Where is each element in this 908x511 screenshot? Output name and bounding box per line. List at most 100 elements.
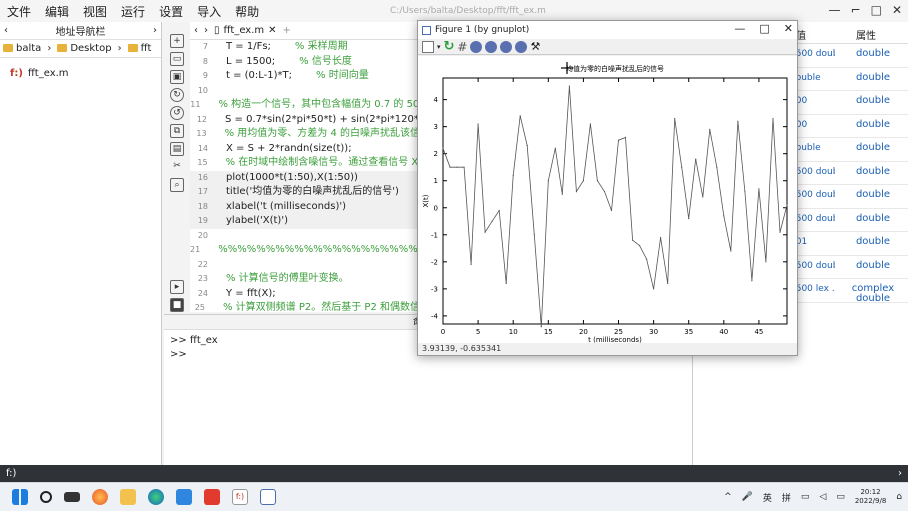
input-method[interactable]: 拼: [782, 491, 791, 504]
file-list-item[interactable]: f:) fft_ex.m: [10, 68, 161, 79]
menu-file[interactable]: 文件: [0, 3, 38, 20]
code-comment: % 构造一个信号，其中包含幅值为 0.7 的 50 H: [218, 99, 430, 110]
grid-icon[interactable]: #: [457, 40, 467, 54]
new-file-icon[interactable]: +: [170, 34, 184, 48]
file-explorer-icon[interactable]: [120, 489, 136, 505]
line-number: 11: [190, 100, 201, 109]
menu-settings[interactable]: 设置: [152, 3, 190, 20]
zoom-reset-icon[interactable]: [500, 40, 513, 53]
clock[interactable]: 20:12 2022/9/8: [855, 488, 886, 506]
edge-icon[interactable]: [148, 489, 164, 505]
tab-close-icon[interactable]: ✕: [268, 25, 276, 36]
gnuplot-icon[interactable]: [260, 489, 276, 505]
windows-start-icon[interactable]: [12, 489, 28, 505]
line-number: 8: [202, 56, 208, 66]
menu-edit[interactable]: 编辑: [38, 3, 76, 20]
new-tab-icon[interactable]: +: [283, 25, 291, 36]
autoscale-icon[interactable]: [515, 40, 528, 53]
code-line[interactable]: 10: [190, 84, 430, 99]
menu-help[interactable]: 帮助: [228, 3, 266, 20]
network-icon[interactable]: ▭: [801, 492, 810, 502]
photos-icon[interactable]: [176, 489, 192, 505]
menu-import[interactable]: 导入: [190, 3, 228, 20]
code-line[interactable]: 17 title('均值为零的白噪声扰乱后的信号'): [190, 185, 430, 200]
code-line[interactable]: 21%%%%%%%%%%%%%%%%%%%%%%%%: [190, 243, 446, 258]
code-text: S = 0.7*sin(2*pi*50*t) + sin(2*pi*120*t)…: [217, 113, 430, 128]
code-line[interactable]: 11 % 构造一个信号，其中包含幅值为 0.7 的 50 H: [190, 98, 430, 113]
code-statement: t = (0:L-1)*T;: [226, 70, 293, 81]
code-line[interactable]: 23 % 计算信号的傅里叶变换。: [190, 272, 430, 287]
maximize-button[interactable]: □: [871, 3, 882, 17]
menu-view[interactable]: 视图: [76, 3, 114, 20]
figure-maximize-button[interactable]: □: [759, 22, 769, 35]
code-editor[interactable]: ‹ › ▯ fft_ex.m ✕ + 7 T = 1/Fs; % 采样周期 8 L = …: [190, 22, 446, 313]
wps-icon[interactable]: [204, 489, 220, 505]
new-figure-icon[interactable]: [422, 40, 434, 53]
microphone-icon[interactable]: 🎤: [742, 492, 753, 502]
x-tick-label: 35: [684, 328, 693, 336]
zoom-out-icon[interactable]: [485, 40, 498, 53]
undo-icon[interactable]: ↺: [170, 106, 184, 120]
back-arrow-icon[interactable]: ‹: [4, 25, 8, 36]
tab-prev-icon[interactable]: ‹: [194, 25, 198, 36]
code-line[interactable]: 13 % 用均值为零、方差为 4 的白噪声扰乱该信号: [190, 127, 430, 142]
run-icon[interactable]: ▸: [170, 280, 184, 294]
code-line[interactable]: 18 xlabel('t (milliseconds)'): [190, 199, 430, 214]
volume-icon[interactable]: ◁: [819, 492, 826, 502]
variable-type: complex double: [851, 283, 895, 304]
zoom-in-icon[interactable]: [470, 40, 483, 53]
data-point: [561, 193, 563, 195]
data-point: [653, 288, 655, 290]
figure-close-button[interactable]: ✕: [784, 22, 793, 35]
refresh-icon[interactable]: ↻: [444, 39, 455, 54]
battery-icon[interactable]: ▭: [836, 492, 845, 502]
task-view-icon[interactable]: [64, 492, 80, 502]
input-language[interactable]: 英: [763, 491, 772, 504]
forward-arrow-icon[interactable]: ›: [153, 25, 157, 36]
octave-icon[interactable]: f:): [232, 489, 248, 505]
menu-run[interactable]: 运行: [114, 3, 152, 20]
code-line[interactable]: 16 plot(1000*t(1:50),X(1:50)): [190, 170, 430, 185]
breadcrumb-item[interactable]: fft: [127, 43, 151, 54]
close-button[interactable]: ✕: [892, 3, 902, 17]
redo-icon[interactable]: ↻: [170, 88, 184, 102]
tray-overflow-icon[interactable]: ^: [724, 492, 732, 502]
dropdown-arrow-icon[interactable]: ▾: [437, 43, 441, 51]
code-statement: Y = fft(X);: [226, 287, 276, 299]
save-icon[interactable]: ▣: [170, 70, 184, 84]
notification-icon[interactable]: ⌂: [896, 492, 902, 502]
restore-button[interactable]: ⌐: [851, 3, 861, 17]
breadcrumb-item[interactable]: balta: [3, 43, 41, 54]
minimize-button[interactable]: —: [829, 3, 841, 17]
cut-icon[interactable]: ✂: [170, 160, 184, 174]
system-tray: ^ 🎤 英 拼 ▭ ◁ ▭ 20:12 2022/9/8 ⌂: [724, 488, 902, 506]
x-tick-label: 45: [754, 328, 763, 336]
settings-wrench-icon[interactable]: ⚒: [530, 40, 540, 53]
editor-tab[interactable]: ▯ fft_ex.m ✕: [214, 25, 277, 36]
status-expand-icon[interactable]: ›: [898, 468, 902, 479]
firefox-icon[interactable]: [92, 489, 108, 505]
data-point: [470, 263, 472, 266]
code-line[interactable]: 19 ylabel('X(t)'): [190, 214, 430, 229]
open-folder-icon[interactable]: ▭: [170, 52, 184, 66]
copy-icon[interactable]: ⧉: [170, 124, 184, 138]
code-line[interactable]: 24 Y = fft(X);: [190, 287, 430, 302]
code-line[interactable]: 14 X = S + 2*randn(size(t));: [190, 142, 430, 157]
tab-next-icon[interactable]: ›: [204, 25, 208, 36]
search-icon[interactable]: [40, 491, 52, 503]
code-line[interactable]: 7 T = 1/Fs; % 采样周期: [190, 40, 430, 55]
code-line[interactable]: 20: [190, 229, 430, 244]
data-point: [442, 147, 444, 149]
code-line[interactable]: 12 S = 0.7*sin(2*pi*50*t) + sin(2*pi*120*…: [190, 113, 430, 128]
code-line[interactable]: 9 t = (0:L-1)*T; % 时间向量: [190, 69, 430, 84]
code-line[interactable]: 22: [190, 258, 430, 273]
figure-minimize-button[interactable]: —: [734, 22, 745, 35]
find-icon[interactable]: ⌕: [170, 178, 184, 192]
stop-icon[interactable]: ■: [170, 298, 184, 312]
code-line[interactable]: 15 % 在时域中绘制含噪信号。通过查看信号 X(t): [190, 156, 430, 171]
plot-area[interactable]: 0 5 10 15 20 25 30 35 40 45 -4 -3 -2 -1 0 1 2 3 4 均值为零的白噪声扰…: [418, 56, 797, 344]
paste-icon[interactable]: ▤: [170, 142, 184, 156]
data-point: [498, 209, 500, 212]
code-line[interactable]: 8 L = 1500; % 信号长度: [190, 55, 430, 70]
breadcrumb-item[interactable]: Desktop: [57, 43, 112, 54]
